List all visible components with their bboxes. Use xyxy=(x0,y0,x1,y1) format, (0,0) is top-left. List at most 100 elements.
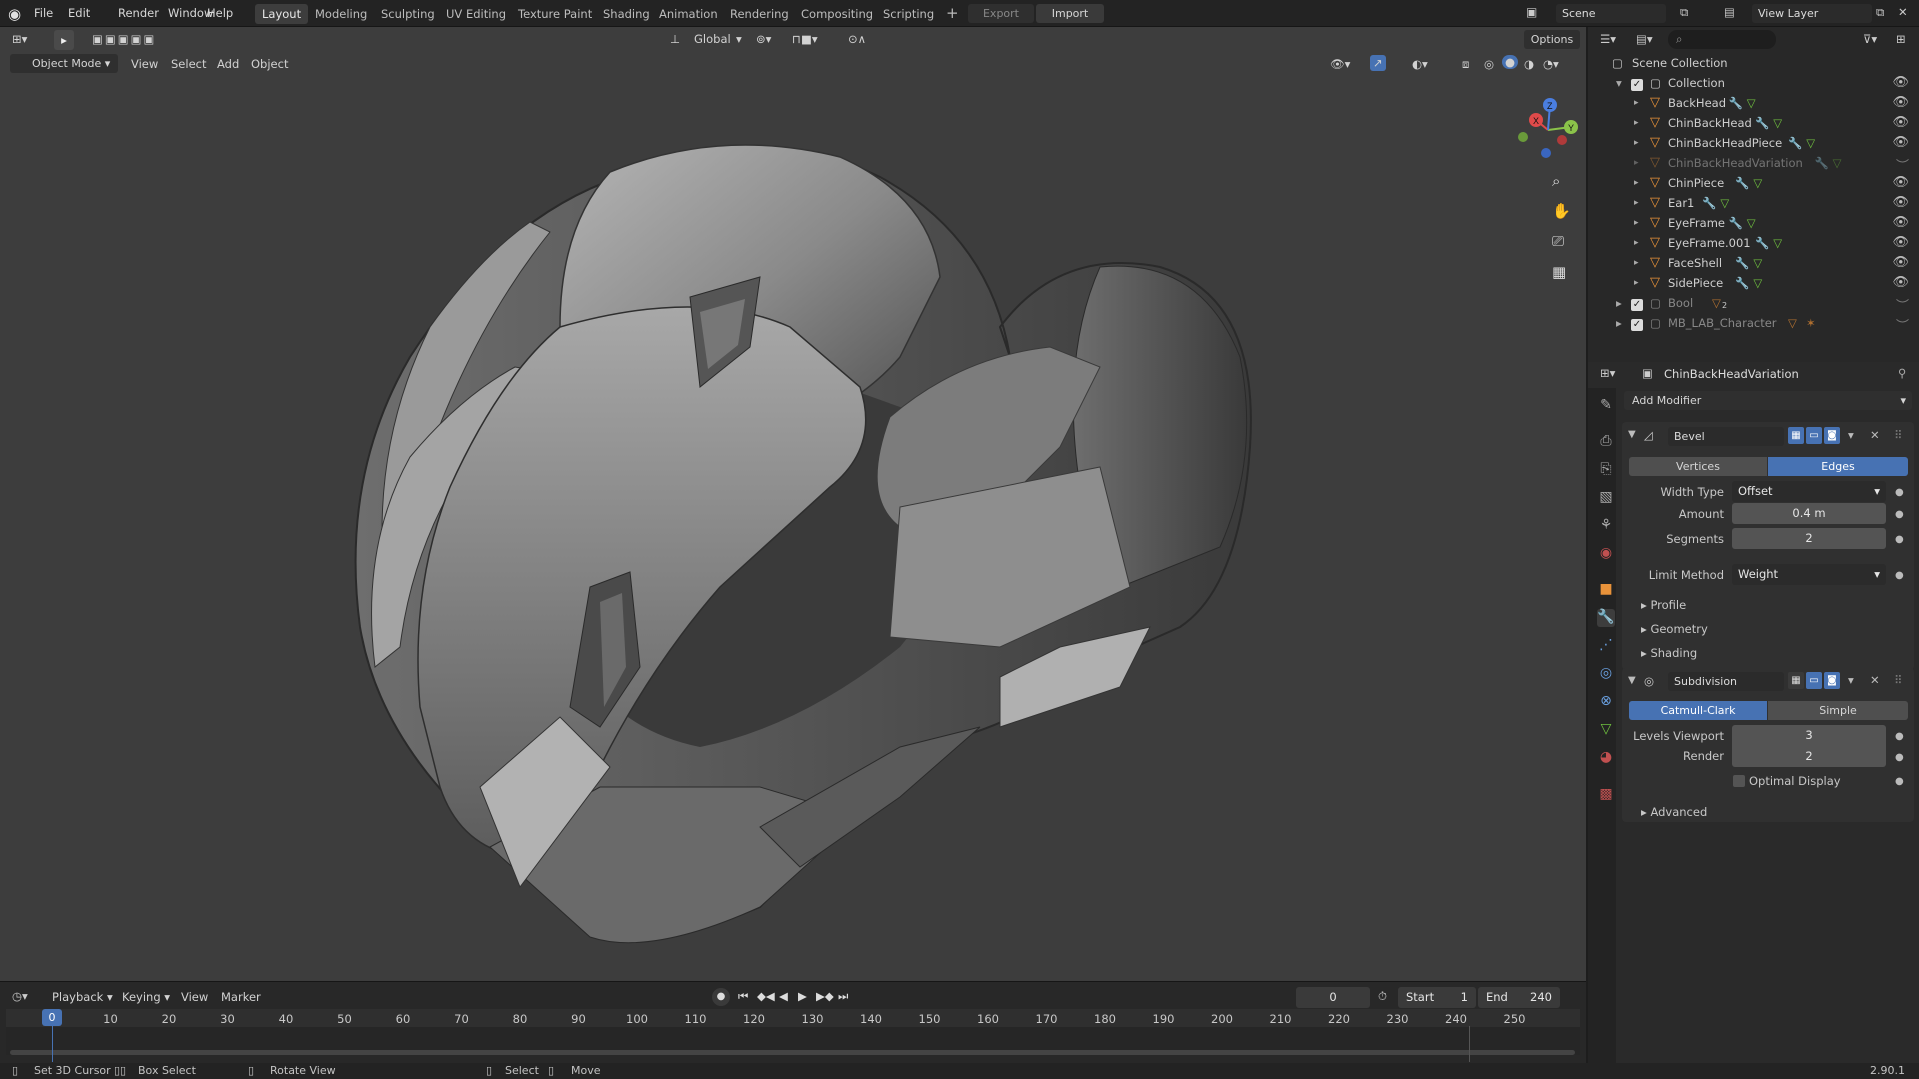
object-menu[interactable]: Object xyxy=(251,57,288,71)
subdivision-options-chevron-icon[interactable]: ▾ xyxy=(1848,673,1854,687)
export-button[interactable]: Export xyxy=(968,4,1034,23)
mesh-data-tab-icon[interactable]: ▽ xyxy=(1597,721,1615,739)
expand-bool-icon[interactable]: ▸ xyxy=(1616,296,1622,310)
modifier-wrench-icon[interactable]: 🔧 xyxy=(1755,236,1769,250)
subdivision-tab-catmull-clark[interactable]: Catmull-Clark xyxy=(1629,701,1767,720)
view-layer-remove-icon[interactable]: ✕ xyxy=(1898,5,1908,19)
segments-field[interactable]: 2 xyxy=(1732,528,1886,549)
orientation-dropdown[interactable]: Global xyxy=(694,32,731,46)
bool-collection-row[interactable]: ▸ ✓ ▢ Bool ▽ 2 ︶ xyxy=(1588,293,1919,314)
amount-keyframe-icon[interactable]: ● xyxy=(1895,509,1904,520)
outliner-object-row[interactable]: ▸ ▽ ChinBackHeadPiece 🔧 ▽ 👁 xyxy=(1588,133,1919,153)
outliner-object-row[interactable]: ▸ ▽ EyeFrame.001 🔧 ▽ 👁 xyxy=(1588,233,1919,253)
xray-icon[interactable]: ⧈ xyxy=(1462,57,1469,72)
expand-mblab-icon[interactable]: ▸ xyxy=(1616,316,1622,330)
modifier-wrench-icon[interactable]: 🔧 xyxy=(1788,136,1802,150)
preview-range-icon[interactable]: ⏱ xyxy=(1378,989,1387,1004)
expand-object-icon[interactable]: ▸ xyxy=(1634,198,1639,208)
world-tab-icon[interactable]: ◉ xyxy=(1597,545,1615,563)
expand-object-icon[interactable]: ▸ xyxy=(1634,138,1639,148)
tab-animation[interactable]: Animation xyxy=(652,4,725,24)
object-eye-icon[interactable]: 👁 xyxy=(1892,195,1909,210)
outliner-object-row[interactable]: ▸ ▽ ChinBackHeadVariation 🔧 ▽ ︶ xyxy=(1588,153,1919,174)
proportional-edit-icon[interactable]: ⊙∧ xyxy=(848,32,866,46)
zoom-icon[interactable]: ⌕ xyxy=(1552,172,1560,190)
view-layer-field[interactable]: View Layer xyxy=(1752,4,1872,23)
add-modifier-dropdown[interactable]: Add Modifier ▾ xyxy=(1624,391,1912,410)
segments-keyframe-icon[interactable]: ● xyxy=(1895,534,1904,545)
subdivision-editmode-icon[interactable]: ▦ xyxy=(1788,672,1804,689)
bevel-collapse-icon[interactable]: ▼ xyxy=(1628,429,1636,440)
tab-uv-editing[interactable]: UV Editing xyxy=(439,4,513,24)
menu-render[interactable]: Render xyxy=(118,0,159,27)
menu-file[interactable]: File xyxy=(34,0,53,27)
subdivision-viewport-icon[interactable]: ▭ xyxy=(1806,672,1822,689)
selection-mode-icons[interactable]: ▣▣▣▣▣ xyxy=(92,32,156,46)
bevel-viewport-icon[interactable]: ▭ xyxy=(1806,427,1822,444)
expand-object-icon[interactable]: ▸ xyxy=(1634,238,1639,248)
tab-rendering[interactable]: Rendering xyxy=(723,4,796,24)
material-tab-icon[interactable]: ◕ xyxy=(1597,749,1615,767)
marker-menu[interactable]: Marker xyxy=(221,990,261,1004)
timeline-view-menu[interactable]: View xyxy=(181,990,208,1004)
mblab-collection-row[interactable]: ▸ ✓ ▢ MB_LAB_Character ▽ ✶ ︶ xyxy=(1588,313,1919,334)
play-icon[interactable]: ▶ xyxy=(798,989,807,1003)
mesh-data-icon[interactable]: ▽ xyxy=(1773,116,1782,130)
record-button[interactable]: ● xyxy=(712,988,730,1006)
modifier-wrench-icon[interactable]: 🔧 xyxy=(1729,96,1743,110)
width-type-dropdown[interactable]: Offset ▾ xyxy=(1732,481,1886,502)
pivot-icon[interactable]: ⊚▾ xyxy=(756,32,771,46)
view-layer-icon[interactable]: ▤ xyxy=(1724,5,1735,19)
bevel-tab-vertices[interactable]: Vertices xyxy=(1629,457,1767,476)
new-collection-icon[interactable]: ⊞ xyxy=(1896,32,1906,46)
particles-tab-icon[interactable]: ⋰ xyxy=(1597,637,1615,655)
mesh-data-icon[interactable]: ▽ xyxy=(1753,276,1762,290)
bevel-drag-handle-icon[interactable]: ⠿ xyxy=(1894,428,1902,442)
object-eye-icon[interactable]: 👁 xyxy=(1892,175,1909,190)
tab-texture-paint[interactable]: Texture Paint xyxy=(511,4,599,24)
object-hidden-icon[interactable]: ︶ xyxy=(1896,155,1909,174)
modifier-wrench-icon[interactable]: 🔧 xyxy=(1735,176,1749,190)
expand-collection-icon[interactable]: ▾ xyxy=(1616,76,1622,90)
object-eye-icon[interactable]: 👁 xyxy=(1892,115,1909,130)
scene-collection-row[interactable]: ▢ Scene Collection xyxy=(1588,53,1919,73)
modifier-wrench-icon[interactable]: 🔧 xyxy=(1735,276,1749,290)
mesh-data-icon[interactable]: ▽ xyxy=(1747,96,1756,110)
subdivision-tab-simple[interactable]: Simple xyxy=(1768,701,1908,720)
outliner-object-row[interactable]: ▸ ▽ SidePiece 🔧 ▽ 👁 xyxy=(1588,273,1919,293)
outliner-object-row[interactable]: ▸ ▽ EyeFrame 🔧 ▽ 👁 xyxy=(1588,213,1919,233)
add-menu[interactable]: Add xyxy=(217,57,239,71)
subdivision-render-keyframe-icon[interactable]: ● xyxy=(1895,752,1904,763)
mblab-checkbox[interactable]: ✓ xyxy=(1631,316,1643,331)
camera-view-icon[interactable]: ⎚ xyxy=(1552,232,1564,250)
subdivision-name-field[interactable]: Subdivision xyxy=(1668,672,1784,691)
subdivision-remove-icon[interactable]: ✕ xyxy=(1870,673,1880,687)
modifier-wrench-icon[interactable]: 🔧 xyxy=(1815,156,1829,170)
display-mode-icon[interactable]: ▤▾ xyxy=(1636,32,1653,46)
mesh-data-icon[interactable]: ▽ xyxy=(1720,196,1729,210)
options-dropdown[interactable]: Options xyxy=(1524,30,1580,49)
object-eye-icon[interactable]: 👁 xyxy=(1892,275,1909,290)
outliner-object-row[interactable]: ▸ ▽ FaceShell 🔧 ▽ 👁 xyxy=(1588,253,1919,273)
mesh-data-icon[interactable]: ▽ xyxy=(1753,176,1762,190)
keying-menu[interactable]: Keying ▾ xyxy=(122,990,170,1004)
tool-tab-icon[interactable]: ✎ xyxy=(1597,397,1615,415)
expand-object-icon[interactable]: ▸ xyxy=(1634,118,1639,128)
filter-icon[interactable]: ⊽▾ xyxy=(1863,32,1877,46)
optimal-display-checkbox[interactable] xyxy=(1733,775,1745,787)
menu-help[interactable]: Help xyxy=(207,0,233,27)
output-tab-icon[interactable]: ⎘ xyxy=(1597,461,1615,479)
object-eye-icon[interactable]: 👁 xyxy=(1892,255,1909,270)
limit-method-dropdown[interactable]: Weight ▾ xyxy=(1732,564,1886,585)
modifier-wrench-icon[interactable]: 🔧 xyxy=(1729,216,1743,230)
playhead[interactable]: 0 xyxy=(42,1009,62,1026)
expand-object-icon[interactable]: ▸ xyxy=(1634,158,1639,168)
geometry-section[interactable]: ▸ Geometry xyxy=(1641,622,1708,636)
material-shading-icon[interactable]: ◑ xyxy=(1524,57,1534,71)
view-menu[interactable]: View xyxy=(131,57,158,71)
object-tab-icon[interactable]: ■ xyxy=(1597,581,1615,599)
expand-object-icon[interactable]: ▸ xyxy=(1634,258,1639,268)
start-frame-field[interactable]: Start 1 xyxy=(1398,987,1476,1008)
limit-method-keyframe-icon[interactable]: ● xyxy=(1895,570,1904,581)
mesh-data-icon[interactable]: ▽ xyxy=(1753,256,1762,270)
